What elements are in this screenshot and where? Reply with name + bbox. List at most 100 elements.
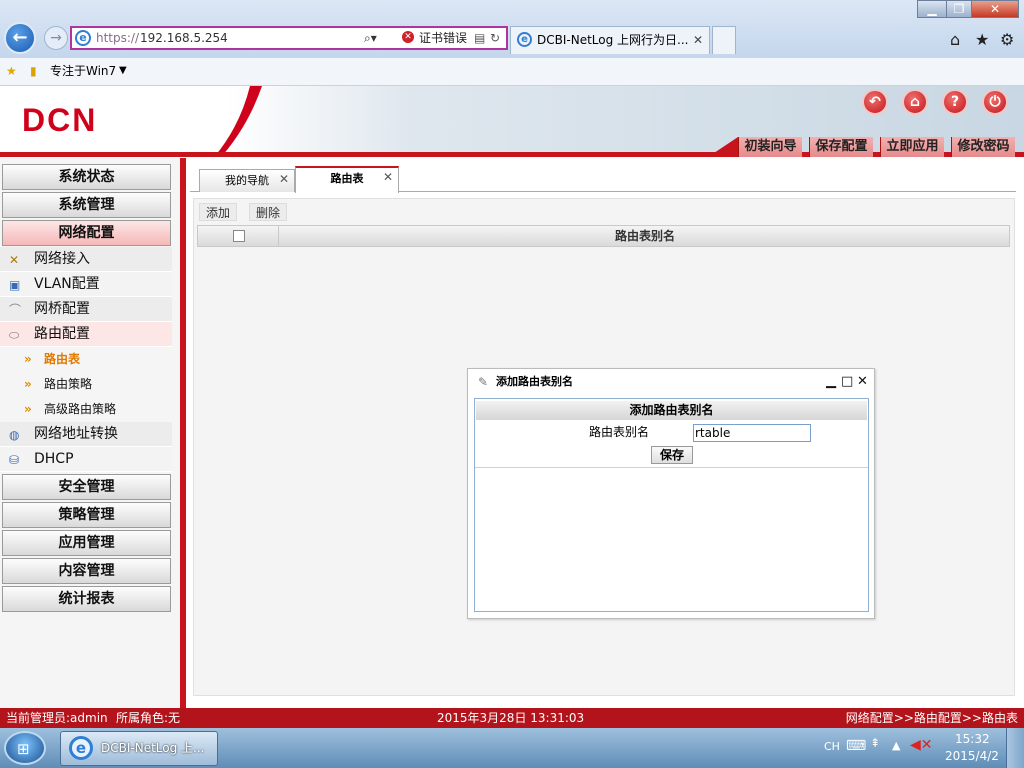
sidebar-group-application[interactable]: 应用管理 bbox=[2, 530, 171, 556]
close-tab-icon[interactable]: ✕ bbox=[693, 27, 703, 53]
ime-indicator[interactable]: CH bbox=[824, 740, 840, 753]
sidebar-group-policy[interactable]: 策略管理 bbox=[2, 502, 171, 528]
table-header: 路由表别名 bbox=[197, 225, 1010, 247]
current-role: 所属角色:无 bbox=[116, 711, 181, 725]
link-setup-wizard[interactable]: 初装向导 bbox=[738, 137, 802, 157]
alias-input[interactable] bbox=[693, 424, 811, 442]
show-hidden-icons[interactable]: ▲ bbox=[892, 739, 900, 752]
add-button[interactable]: 添加 bbox=[199, 203, 238, 221]
maximize-icon[interactable]: □ bbox=[841, 369, 853, 395]
chevron-down-icon[interactable]: ▼ bbox=[119, 58, 127, 84]
favorites-star-icon[interactable]: ★ bbox=[975, 30, 989, 49]
favorites-add-icon[interactable]: ★ bbox=[6, 58, 17, 84]
dhcp-icon: ⛁ bbox=[9, 453, 20, 467]
dialog-title-bar[interactable]: ✎ 添加路由表别名 ▁ □ ✕ bbox=[468, 369, 874, 395]
breadcrumb: 网络配置>>路由配置>>路由表 bbox=[845, 711, 1018, 725]
favorites-link[interactable]: 专注于Win7 bbox=[50, 58, 116, 84]
home-icon[interactable]: ⌂ bbox=[950, 30, 960, 49]
sidebar-group-reports[interactable]: 统计报表 bbox=[2, 586, 171, 612]
arrow-right-icon: » bbox=[24, 352, 32, 366]
tools-gear-icon[interactable]: ⚙ bbox=[1000, 30, 1014, 49]
new-tab-button[interactable] bbox=[712, 26, 736, 54]
sidebar-item-label: 网络地址转换 bbox=[34, 426, 118, 442]
link-change-password[interactable]: 修改密码 bbox=[951, 137, 1015, 157]
close-icon[interactable]: ✕ bbox=[279, 169, 289, 190]
network-access-icon: ✕ bbox=[9, 253, 20, 267]
minimize-button[interactable]: ▁ bbox=[917, 0, 947, 18]
browser-tab[interactable]: e DCBI-NetLog 上网行为日... ✕ bbox=[510, 26, 710, 54]
close-window-button[interactable]: ✕ bbox=[971, 0, 1019, 18]
cert-error-label[interactable]: 证书错误 bbox=[419, 28, 467, 48]
favorites-bar: ★ ▮ 专注于Win7 ▼ bbox=[0, 58, 1024, 86]
sidebar-group-system-status[interactable]: 系统状态 bbox=[2, 164, 171, 190]
top-links-bar: 初装向导 保存配置 立即应用 修改密码 bbox=[0, 137, 1024, 157]
sidebar-leaf-advanced-route-policy[interactable]: » 高级路由策略 bbox=[0, 397, 172, 422]
page-tabs: 我的导航 ✕ 路由表 ✕ bbox=[190, 164, 1016, 193]
close-icon[interactable]: ✕ bbox=[857, 369, 868, 395]
sidebar-leaf-label: 路由策略 bbox=[44, 377, 93, 391]
sidebar-item-dhcp[interactable]: ⛁ DHCP bbox=[0, 447, 172, 472]
clock-date[interactable]: 2015/4/2 bbox=[945, 749, 999, 763]
status-datetime: 2015年3月28日 13:31:03 bbox=[437, 711, 585, 725]
column-route-table-alias[interactable]: 路由表别名 bbox=[279, 226, 1011, 246]
home-circle-icon[interactable]: ⌂ bbox=[902, 89, 928, 115]
sidebar-leaf-label: 路由表 bbox=[44, 352, 81, 366]
volume-muted-icon[interactable]: ◀✕ bbox=[910, 737, 933, 753]
sidebar-group-system-mgmt[interactable]: 系统管理 bbox=[2, 192, 171, 218]
logout-circle-icon[interactable]: ⏻ bbox=[982, 89, 1008, 115]
sidebar-leaf-label: 高级路由策略 bbox=[44, 402, 117, 416]
save-button[interactable]: 保存 bbox=[651, 446, 693, 464]
ie-tab-icon: e bbox=[517, 32, 532, 47]
search-icon[interactable]: ⌕▾ bbox=[364, 28, 377, 48]
sidebar-item-vlan[interactable]: ▣ VLAN配置 bbox=[0, 272, 172, 297]
sidebar-leaf-route-policy[interactable]: » 路由策略 bbox=[0, 372, 172, 397]
maximize-button[interactable]: ❐ bbox=[946, 0, 972, 18]
back-button[interactable]: ← bbox=[4, 22, 36, 54]
close-icon[interactable]: ✕ bbox=[383, 167, 393, 188]
help-circle-icon[interactable]: ? bbox=[942, 89, 968, 115]
arrow-right-icon: » bbox=[24, 402, 32, 416]
taskbar-item-label: DCBI-NetLog 上... bbox=[101, 741, 205, 755]
tray-menu-icon[interactable]: ⇞ bbox=[870, 736, 880, 750]
minimize-icon[interactable]: ▁ bbox=[826, 369, 836, 395]
sidebar-item-routing[interactable]: ⬭ 路由配置 bbox=[0, 322, 172, 347]
sidebar-item-label: 网桥配置 bbox=[34, 301, 90, 317]
select-all-checkbox[interactable] bbox=[233, 230, 245, 242]
sidebar-leaf-route-table[interactable]: » 路由表 bbox=[0, 347, 172, 372]
delete-button[interactable]: 删除 bbox=[249, 203, 288, 221]
address-host: 192.168.5.254 bbox=[140, 31, 228, 45]
bridge-icon: ⌒ bbox=[9, 303, 22, 317]
tab-label: 我的导航 bbox=[225, 174, 269, 187]
tab-route-table[interactable]: 路由表 ✕ bbox=[295, 166, 399, 193]
tab-my-nav[interactable]: 我的导航 ✕ bbox=[199, 169, 295, 192]
folder-icon: ▮ bbox=[30, 64, 37, 78]
compat-icon[interactable]: ▤ bbox=[474, 28, 485, 48]
alias-label: 路由表别名 bbox=[589, 425, 650, 439]
sidebar-item-label: VLAN配置 bbox=[34, 276, 100, 292]
pen-icon: ✎ bbox=[478, 375, 489, 389]
show-desktop-button[interactable] bbox=[1006, 728, 1024, 768]
clock-time[interactable]: 15:32 bbox=[955, 732, 990, 746]
sidebar-group-security[interactable]: 安全管理 bbox=[2, 474, 171, 500]
sidebar-group-network-config[interactable]: 网络配置 bbox=[2, 220, 171, 246]
arrow-right-icon: » bbox=[24, 377, 32, 391]
address-bar[interactable]: e https:// 192.168.5.254 ⌕▾ ✕ 证书错误 ▤ ↻ bbox=[70, 26, 508, 50]
sidebar-item-bridge[interactable]: ⌒ 网桥配置 bbox=[0, 297, 172, 322]
link-save-config[interactable]: 保存配置 bbox=[809, 137, 873, 157]
sidebar-item-label: 网络接入 bbox=[34, 251, 90, 267]
tab-label: 路由表 bbox=[330, 172, 364, 185]
windows-logo-icon: ⊞ bbox=[17, 740, 30, 758]
sidebar-item-network-access[interactable]: ✕ 网络接入 bbox=[0, 247, 172, 272]
link-apply-now[interactable]: 立即应用 bbox=[880, 137, 944, 157]
dialog-body: 添加路由表别名 路由表别名 保存 bbox=[474, 398, 869, 612]
start-button[interactable]: ⊞ bbox=[4, 731, 46, 765]
back-circle-icon[interactable]: ↶ bbox=[862, 89, 888, 115]
taskbar-item-browser[interactable]: e DCBI-NetLog 上... bbox=[60, 731, 218, 766]
keyboard-icon[interactable]: ⌨ bbox=[846, 738, 866, 754]
sidebar-group-content[interactable]: 内容管理 bbox=[2, 558, 171, 584]
forward-button[interactable]: → bbox=[44, 26, 68, 50]
sidebar-item-label: 路由配置 bbox=[34, 326, 90, 342]
sidebar-item-nat[interactable]: ◍ 网络地址转换 bbox=[0, 422, 172, 447]
refresh-icon[interactable]: ↻ bbox=[490, 28, 500, 48]
ie-icon: e bbox=[69, 736, 93, 760]
